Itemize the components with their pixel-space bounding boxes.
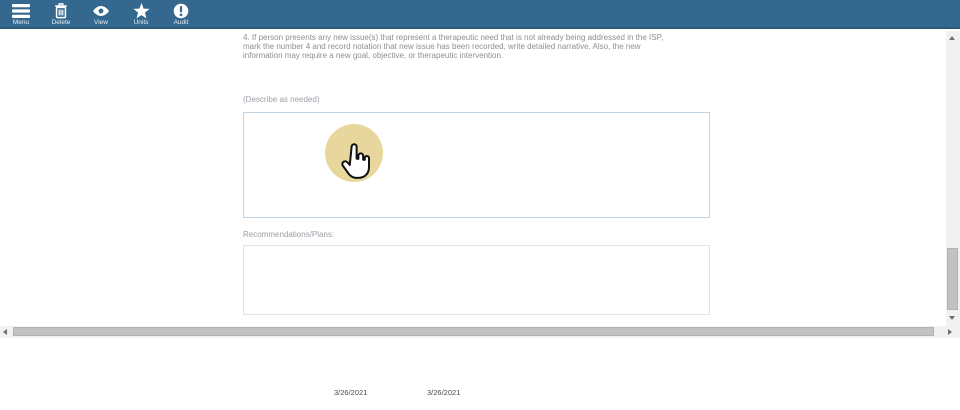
chevron-right-icon [948,329,952,335]
scroll-right-button[interactable] [948,329,952,335]
toolbar-button-menu[interactable]: Menu [2,0,40,27]
scroll-down-button[interactable] [949,316,955,320]
recommendations-textarea[interactable] [243,245,710,315]
horizontal-scrollbar[interactable] [0,326,960,338]
chevron-down-icon [949,316,955,320]
alert-icon [173,2,189,19]
toolbar: Menu Delete View [0,0,960,29]
toolbar-label-audit: Audit [174,19,189,27]
recommendations-label: Recommendations/Plans: [243,230,334,239]
scroll-up-button[interactable] [949,36,955,40]
eye-icon [92,2,110,19]
scroll-left-button[interactable] [3,329,7,335]
toolbar-label-delete: Delete [52,19,71,27]
signature-date: 3/26/2021 [427,388,460,397]
describe-textarea[interactable] [243,112,710,218]
horizontal-scroll-thumb[interactable] [13,327,934,336]
star-icon [133,2,150,19]
signature-date: 3/26/2021 [334,388,367,397]
trash-icon [53,2,69,19]
toolbar-button-units[interactable]: Units [122,0,160,27]
toolbar-button-audit[interactable]: Audit [162,0,200,27]
toolbar-label-view: View [94,19,108,27]
instruction-line: information may require a new goal, obje… [243,52,723,61]
chevron-up-icon [949,36,955,40]
instruction-paragraph: 4. If person presents any new issue(s) t… [243,34,723,60]
describe-as-needed-label: (Describe as needed) [243,95,319,104]
chevron-left-icon [3,329,7,335]
toolbar-label-menu: Menu [13,19,29,27]
hamburger-icon [12,2,30,19]
toolbar-label-units: Units [134,19,149,27]
vertical-scroll-thumb[interactable] [947,248,958,310]
toolbar-button-delete[interactable]: Delete [42,0,80,27]
vertical-scrollbar[interactable] [946,31,960,326]
hand-pointer-cursor [339,143,373,188]
toolbar-button-view[interactable]: View [82,0,120,27]
